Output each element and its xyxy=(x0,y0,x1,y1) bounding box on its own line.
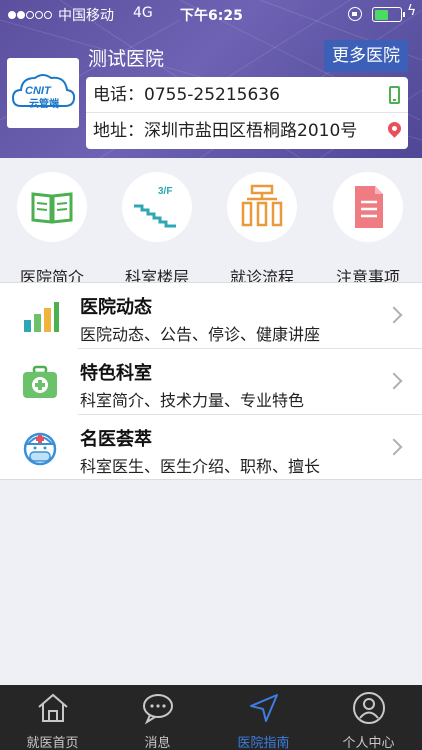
user-icon xyxy=(353,692,385,724)
signal-icon xyxy=(8,7,53,23)
tab-messages[interactable]: 消息 xyxy=(105,685,210,750)
list-item-featured-departments[interactable]: 特色科室 科室简介、技术力量、专业特色 xyxy=(0,349,422,415)
home-icon xyxy=(38,693,68,722)
message-icon xyxy=(143,694,173,725)
location-pin-icon xyxy=(385,119,404,138)
tab-label: 个人中心 xyxy=(342,736,395,750)
status-time: 下午6:25 xyxy=(180,8,243,24)
hospital-info-card: 电话：0755-25215636 地址：深圳市盐田区梧桐路2010号 xyxy=(86,77,408,149)
document-icon xyxy=(333,172,403,242)
phone-row[interactable]: 电话：0755-25215636 xyxy=(86,77,408,113)
tab-label: 就医首页 xyxy=(26,736,79,750)
tab-label: 医院指南 xyxy=(237,736,290,750)
doctor-icon xyxy=(23,432,57,466)
logo-mark: CNIT xyxy=(25,85,52,97)
phone-icon xyxy=(389,86,400,104)
quick-links: 医院简介 3/F 科室楼层 就诊流程 注意事项 xyxy=(0,158,422,287)
list-item-desc: 科室医生、医生介绍、职称、擅长 xyxy=(80,457,321,476)
bar-chart-icon xyxy=(24,302,59,332)
hospital-logo: CNIT 云管端 xyxy=(7,58,79,128)
guide-list: 医院动态 医院动态、公告、停诊、健康讲座 特色科室 科室简介、技术力量、专业特色… xyxy=(0,282,422,480)
stairs-icon: 3/F xyxy=(122,172,192,242)
charging-icon: ϟ xyxy=(407,3,417,19)
tab-label: 消息 xyxy=(144,736,171,750)
quick-link-notes[interactable]: 注意事项 xyxy=(323,172,413,287)
address-row[interactable]: 地址：深圳市盐田区梧桐路2010号 xyxy=(86,113,408,149)
tab-home[interactable]: 就医首页 xyxy=(0,685,105,750)
floor-text: 3/F xyxy=(158,186,172,197)
chevron-right-icon xyxy=(385,372,403,390)
list-item-title: 医院动态 xyxy=(80,297,152,318)
tab-bar: 就医首页 消息 医院指南 个人中心 xyxy=(0,685,422,750)
hospital-header: 中国移动 4G 下午6:25 ϟ CNIT 云管端 测试医院 更多医院 电话：0… xyxy=(0,0,422,158)
flowchart-icon xyxy=(227,172,297,242)
list-item-desc: 医院动态、公告、停诊、健康讲座 xyxy=(80,325,321,344)
battery-icon xyxy=(372,7,405,22)
quick-link-floors[interactable]: 3/F 科室楼层 xyxy=(112,172,202,287)
network-type: 4G xyxy=(133,5,153,21)
quick-link-hospital-intro[interactable]: 医院简介 xyxy=(7,172,97,287)
chevron-right-icon xyxy=(385,306,403,324)
tab-hospital-guide[interactable]: 医院指南 xyxy=(211,685,316,750)
list-item-title: 名医荟萃 xyxy=(80,429,152,450)
phone-text: 电话：0755-25215636 xyxy=(93,85,280,105)
rotation-lock-icon xyxy=(348,7,362,21)
list-item-famous-doctors[interactable]: 名医荟萃 科室医生、医生介绍、职称、擅长 xyxy=(0,415,422,481)
list-item-hospital-news[interactable]: 医院动态 医院动态、公告、停诊、健康讲座 xyxy=(0,283,422,349)
more-hospitals-button[interactable]: 更多医院 xyxy=(324,40,408,72)
status-bar: 中国移动 4G 下午6:25 ϟ xyxy=(0,0,422,30)
quick-link-process[interactable]: 就诊流程 xyxy=(217,172,307,287)
medical-kit-icon xyxy=(23,365,57,398)
list-item-desc: 科室简介、技术力量、专业特色 xyxy=(80,391,305,410)
hospital-name: 测试医院 xyxy=(88,48,165,70)
logo-text: 云管端 xyxy=(29,97,59,110)
list-item-title: 特色科室 xyxy=(80,363,152,384)
address-text: 地址：深圳市盐田区梧桐路2010号 xyxy=(93,121,358,141)
tab-profile[interactable]: 个人中心 xyxy=(316,685,421,750)
book-icon xyxy=(17,172,87,242)
chevron-right-icon xyxy=(385,438,403,456)
navigation-icon xyxy=(250,694,278,722)
carrier-name: 中国移动 xyxy=(58,8,114,24)
